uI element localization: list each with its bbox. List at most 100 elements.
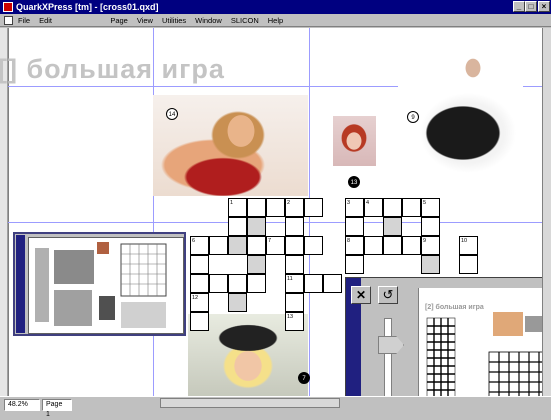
minimize-button[interactable]: _: [513, 1, 525, 12]
crossword-cell[interactable]: [304, 236, 323, 255]
crossword-cell[interactable]: [345, 255, 364, 274]
page-field[interactable]: Page 1: [42, 398, 72, 418]
crossword-cell[interactable]: 1: [228, 198, 247, 217]
menu-item[interactable]: Item: [87, 16, 102, 25]
crossword-cell[interactable]: [459, 255, 478, 274]
palette-page-preview[interactable]: [2] большая игра: [418, 288, 551, 412]
menu-slicon[interactable]: SLICON: [231, 16, 259, 25]
crossword-cell[interactable]: [190, 312, 209, 331]
crossword-cell[interactable]: [190, 255, 209, 274]
crossword-cell[interactable]: [247, 236, 266, 255]
crossword-cell[interactable]: [364, 236, 383, 255]
guide-line: [8, 222, 542, 223]
zoom-slider-thumb[interactable]: [378, 336, 404, 354]
close-palette-button[interactable]: ✕: [351, 286, 371, 304]
crossword-clue-number: 2: [287, 200, 291, 206]
window-title: QuarkXPress [tm] - [cross01.qxd]: [16, 2, 159, 12]
vertical-scrollbar[interactable]: [542, 28, 551, 396]
crossword-cell[interactable]: [285, 293, 304, 312]
thumbnail-grid: [54, 290, 92, 326]
crossword-clue-number: 1: [230, 200, 234, 206]
crossword-clue-number: 7: [268, 238, 272, 244]
crossword-cell[interactable]: 9: [421, 236, 440, 255]
crossword-cell-shaded[interactable]: [247, 217, 266, 236]
zoom-field[interactable]: 48.2%: [4, 398, 40, 411]
crossword-cell[interactable]: [228, 274, 247, 293]
crossword-cell[interactable]: 6: [190, 236, 209, 255]
crossword-cell[interactable]: [402, 198, 421, 217]
crossword-cell[interactable]: [209, 274, 228, 293]
preview-photo: [493, 312, 523, 336]
crossword-cell[interactable]: 2: [285, 198, 304, 217]
thumbnail-text: [121, 302, 166, 328]
crossword-cell[interactable]: [285, 217, 304, 236]
quark-app-icon[interactable]: [3, 2, 13, 12]
crossword-cell-shaded[interactable]: [383, 217, 402, 236]
crossword-cell[interactable]: [383, 236, 402, 255]
crossword-cell[interactable]: [383, 198, 402, 217]
photo-redhead-portrait[interactable]: [333, 116, 376, 166]
crossword-cell[interactable]: 13: [285, 312, 304, 331]
crossword-cell[interactable]: [190, 274, 209, 293]
crossword-cell[interactable]: 11: [285, 274, 304, 293]
crossword-clue-number: 9: [423, 238, 427, 244]
crossword-clue-number: 4: [366, 200, 370, 206]
crossword-cell-shaded[interactable]: [421, 255, 440, 274]
crossword-clue-number: 12: [192, 295, 199, 301]
crossword-cell[interactable]: [304, 198, 323, 217]
crossword-clue-number: 6: [192, 238, 196, 244]
crossword-cell[interactable]: [285, 236, 304, 255]
crossword-cell[interactable]: 12: [190, 293, 209, 312]
thumbnail-column: [35, 248, 49, 322]
picture-number-badge: 13: [348, 176, 360, 188]
thumbnail-photo: [97, 242, 109, 254]
page-thumbnail[interactable]: [28, 237, 184, 334]
title-bar: QuarkXPress [tm] - [cross01.qxd] _ □ ×: [0, 0, 551, 14]
menu-view[interactable]: View: [137, 16, 153, 25]
menu-edit[interactable]: Edit: [39, 16, 52, 25]
crossword-cell[interactable]: [421, 217, 440, 236]
maximize-button[interactable]: □: [525, 1, 537, 12]
crossword-cell-shaded[interactable]: [228, 293, 247, 312]
horizontal-scrollbar[interactable]: [160, 398, 340, 408]
crossword-clue-number: 10: [461, 238, 468, 244]
crossword-cell[interactable]: [228, 217, 247, 236]
crossword-cell[interactable]: [304, 274, 323, 293]
menu-window[interactable]: Window: [195, 16, 222, 25]
crossword-clue-number: 13: [287, 314, 294, 320]
thumbnail-preview: [35, 242, 167, 328]
crossword-cell-shaded[interactable]: [247, 255, 266, 274]
crossword-cell[interactable]: [402, 236, 421, 255]
crossword-cell[interactable]: [209, 236, 228, 255]
close-button[interactable]: ×: [538, 1, 550, 12]
menu-file[interactable]: File: [18, 16, 30, 25]
menu-help[interactable]: Help: [268, 16, 283, 25]
crossword-cell[interactable]: 5: [421, 198, 440, 217]
page-heading: [] большая игра: [0, 54, 225, 84]
document-system-icon[interactable]: [4, 15, 13, 25]
crossword-cell[interactable]: 8: [345, 236, 364, 255]
thumbnail-crossword-lines: [121, 244, 166, 296]
crossword-cell-shaded[interactable]: [228, 236, 247, 255]
crossword-cell[interactable]: 4: [364, 198, 383, 217]
page-thumbnail-palette[interactable]: [13, 232, 186, 336]
menu-style[interactable]: Style: [61, 16, 78, 25]
crossword-cell[interactable]: [247, 198, 266, 217]
menu-page[interactable]: Page: [110, 16, 128, 25]
palette-title-strip[interactable]: [16, 235, 25, 333]
floating-preview-palette[interactable]: ✕ ↺ [2] большая игра: [345, 277, 551, 412]
crossword-cell[interactable]: [323, 274, 342, 293]
crossword-cell[interactable]: 3: [345, 198, 364, 217]
picture-number-badge: 7: [298, 372, 310, 384]
crossword-cell[interactable]: [285, 255, 304, 274]
thumbnail-photo: [99, 296, 115, 320]
undo-button[interactable]: ↺: [378, 286, 398, 304]
crossword-cell[interactable]: [247, 274, 266, 293]
preview-heading: [2] большая игра: [425, 304, 484, 311]
menu-utilities[interactable]: Utilities: [162, 16, 186, 25]
crossword-cell[interactable]: 7: [266, 236, 285, 255]
crossword-cell[interactable]: [266, 198, 285, 217]
crossword-cell[interactable]: [345, 217, 364, 236]
picture-number-badge: 14: [166, 108, 178, 120]
crossword-cell[interactable]: 10: [459, 236, 478, 255]
